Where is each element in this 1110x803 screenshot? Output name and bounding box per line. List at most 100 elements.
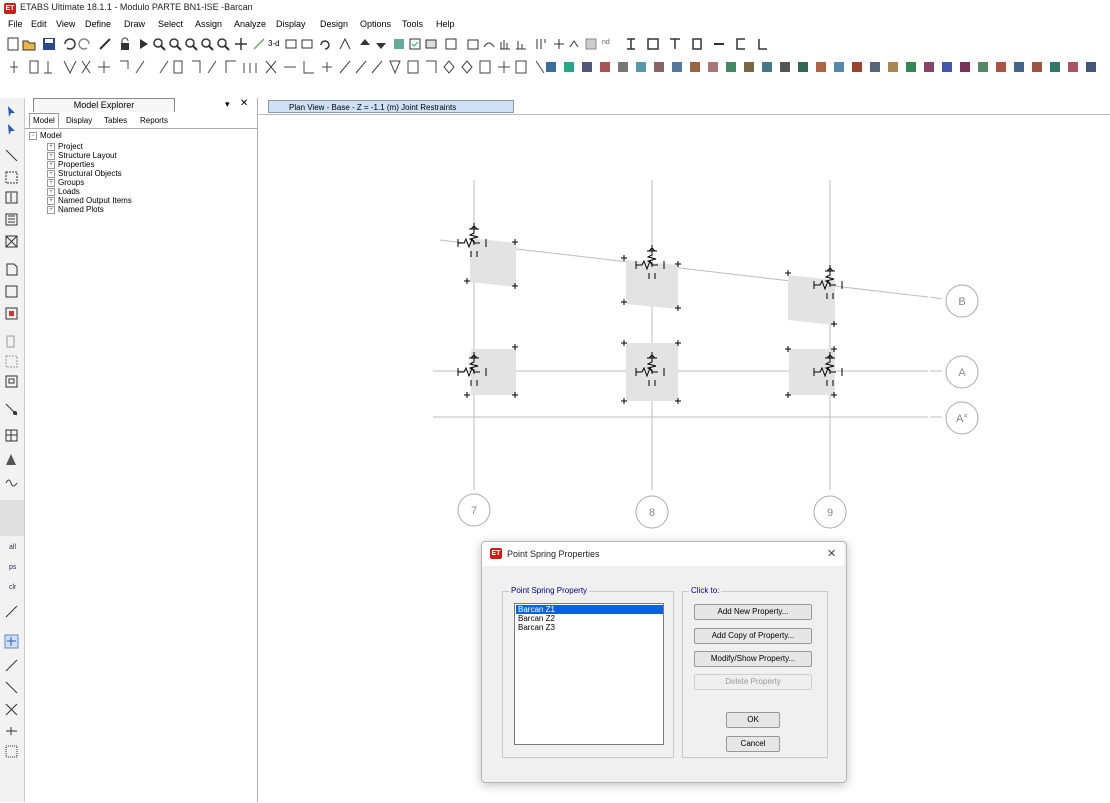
tab-reports[interactable]: Reports [137, 114, 171, 127]
save-icon[interactable] [42, 37, 56, 51]
run-analysis-icon[interactable] [136, 37, 150, 51]
tab-display[interactable]: Display [63, 114, 95, 127]
snap-intersections-icon[interactable] [4, 680, 19, 695]
stress-diagram-icon[interactable] [514, 37, 528, 51]
draw-brace-icon[interactable] [4, 234, 19, 249]
menu-define[interactable]: Define [85, 19, 111, 29]
get-previous-selection-button[interactable]: ps [9, 564, 16, 571]
view-3d-button[interactable]: 3-d [268, 39, 280, 48]
pointer-icon[interactable] [4, 104, 19, 119]
section-angle-icon[interactable] [756, 37, 770, 51]
intersecting-line-icon[interactable] [4, 604, 19, 619]
select-all-button[interactable]: all [9, 544, 16, 551]
pan-icon[interactable] [234, 37, 248, 51]
add-copy-of-property-button[interactable]: Add Copy of Property... [694, 628, 812, 644]
close-icon[interactable]: ✕ [827, 547, 836, 560]
section-t-icon[interactable] [668, 37, 682, 51]
frame-icon[interactable] [466, 37, 480, 51]
model-explorer-tab[interactable]: Model Explorer [33, 98, 175, 112]
expand-icon[interactable]: + [47, 169, 55, 178]
zoom-out-icon[interactable] [184, 37, 198, 51]
menu-tools[interactable]: Tools [402, 19, 423, 29]
snap-ends-icon[interactable] [4, 658, 19, 673]
tree-node-model[interactable]: − Model [29, 131, 62, 140]
section-bar-icon[interactable] [712, 37, 726, 51]
tree-node-named-output-items[interactable]: + Named Output Items [47, 196, 132, 205]
dropdown-arrow-icon[interactable]: ▾ [225, 99, 230, 110]
snap-perpendicular-icon[interactable] [4, 702, 19, 717]
clear-selection-button[interactable]: clr [9, 584, 16, 591]
snap-fine-grid-icon[interactable] [4, 744, 19, 759]
spring-property-list[interactable]: Barcan Z1 Barcan Z2 Barcan Z3 [514, 603, 664, 745]
menu-design[interactable]: Design [320, 19, 348, 29]
add-new-property-button[interactable]: Add New Property... [694, 604, 812, 620]
cancel-button[interactable]: Cancel [726, 736, 780, 752]
draw-joint-icon[interactable] [4, 148, 19, 163]
nd-label[interactable]: nd [602, 39, 610, 46]
draw-grid-icon[interactable] [4, 428, 19, 443]
expand-icon[interactable]: + [47, 178, 55, 187]
menu-options[interactable]: Options [360, 19, 391, 29]
section-cut-icon[interactable] [534, 37, 548, 51]
draw-tendon-icon[interactable] [4, 474, 19, 489]
close-icon[interactable]: ✕ [240, 98, 248, 109]
tree-node-project[interactable]: + Project [47, 142, 83, 151]
draw-column-icon[interactable] [4, 190, 19, 205]
rubber-band-icon[interactable] [252, 37, 266, 51]
menu-display[interactable]: Display [276, 19, 306, 29]
collapse-icon[interactable]: − [29, 131, 37, 140]
expand-icon[interactable]: + [47, 187, 55, 196]
draw-area-icon[interactable] [4, 354, 19, 369]
tree-node-structural-objects[interactable]: + Structural Objects [47, 169, 122, 178]
tab-model[interactable]: Model [29, 113, 59, 128]
pencil-icon[interactable] [98, 37, 112, 51]
modify-show-property-button[interactable]: Modify/Show Property... [694, 651, 812, 667]
menu-help[interactable]: Help [436, 19, 455, 29]
section-box-icon[interactable] [646, 37, 660, 51]
move-down-icon[interactable] [374, 37, 388, 51]
draw-ramp-icon[interactable] [4, 374, 19, 389]
section-channel-icon[interactable] [734, 37, 748, 51]
draw-link-icon[interactable] [4, 402, 19, 417]
zoom-in-icon[interactable] [168, 37, 182, 51]
menu-assign[interactable]: Assign [195, 19, 222, 29]
draw-slab-icon[interactable] [4, 334, 19, 349]
expand-icon[interactable]: + [47, 142, 55, 151]
delete-property-button[interactable]: Delete Property [694, 674, 812, 690]
lock-icon[interactable] [118, 37, 132, 51]
tree-node-properties[interactable]: + Properties [47, 160, 94, 169]
menu-edit[interactable]: Edit [31, 19, 47, 29]
display-options-icon[interactable] [584, 37, 598, 51]
snap-points-icon[interactable] [4, 634, 19, 649]
move-up-icon[interactable] [358, 37, 372, 51]
link-icon[interactable] [568, 37, 582, 51]
new-model-icon[interactable] [6, 37, 20, 51]
draw-wall-stack-icon[interactable] [4, 452, 19, 467]
menu-view[interactable]: View [56, 19, 75, 29]
show-tables-icon[interactable] [444, 37, 458, 51]
menu-analyze[interactable]: Analyze [234, 19, 266, 29]
list-item-barcan-z2[interactable]: Barcan Z2 [516, 614, 663, 623]
plan-view-tab[interactable]: Plan View - Base - Z = -1.1 (m) Joint Re… [268, 100, 514, 113]
menu-draw[interactable]: Draw [124, 19, 145, 29]
draw-beam-icon[interactable] [4, 212, 19, 227]
joint-icon[interactable] [552, 37, 566, 51]
list-item-barcan-z1[interactable]: Barcan Z1 [516, 605, 663, 614]
object-shrink-icon[interactable] [392, 37, 406, 51]
set-display-icon[interactable] [408, 37, 422, 51]
tree-node-named-plots[interactable]: + Named Plots [47, 205, 104, 214]
rotate-icon[interactable] [318, 37, 332, 51]
show-undeformed-icon[interactable] [424, 37, 438, 51]
zoom-full-icon[interactable] [200, 37, 214, 51]
list-item-barcan-z3[interactable]: Barcan Z3 [516, 623, 663, 632]
menu-select[interactable]: Select [158, 19, 183, 29]
tab-tables[interactable]: Tables [101, 114, 130, 127]
ok-button[interactable]: OK [726, 712, 780, 728]
draw-frame-icon[interactable] [4, 170, 19, 185]
snap-lines-icon[interactable] [4, 724, 19, 739]
expand-icon[interactable]: + [47, 160, 55, 169]
elevation-view-icon[interactable] [300, 37, 314, 51]
open-icon[interactable] [22, 37, 36, 51]
expand-icon[interactable]: + [47, 151, 55, 160]
draw-assign-toolbar-icons[interactable] [4, 58, 1104, 76]
